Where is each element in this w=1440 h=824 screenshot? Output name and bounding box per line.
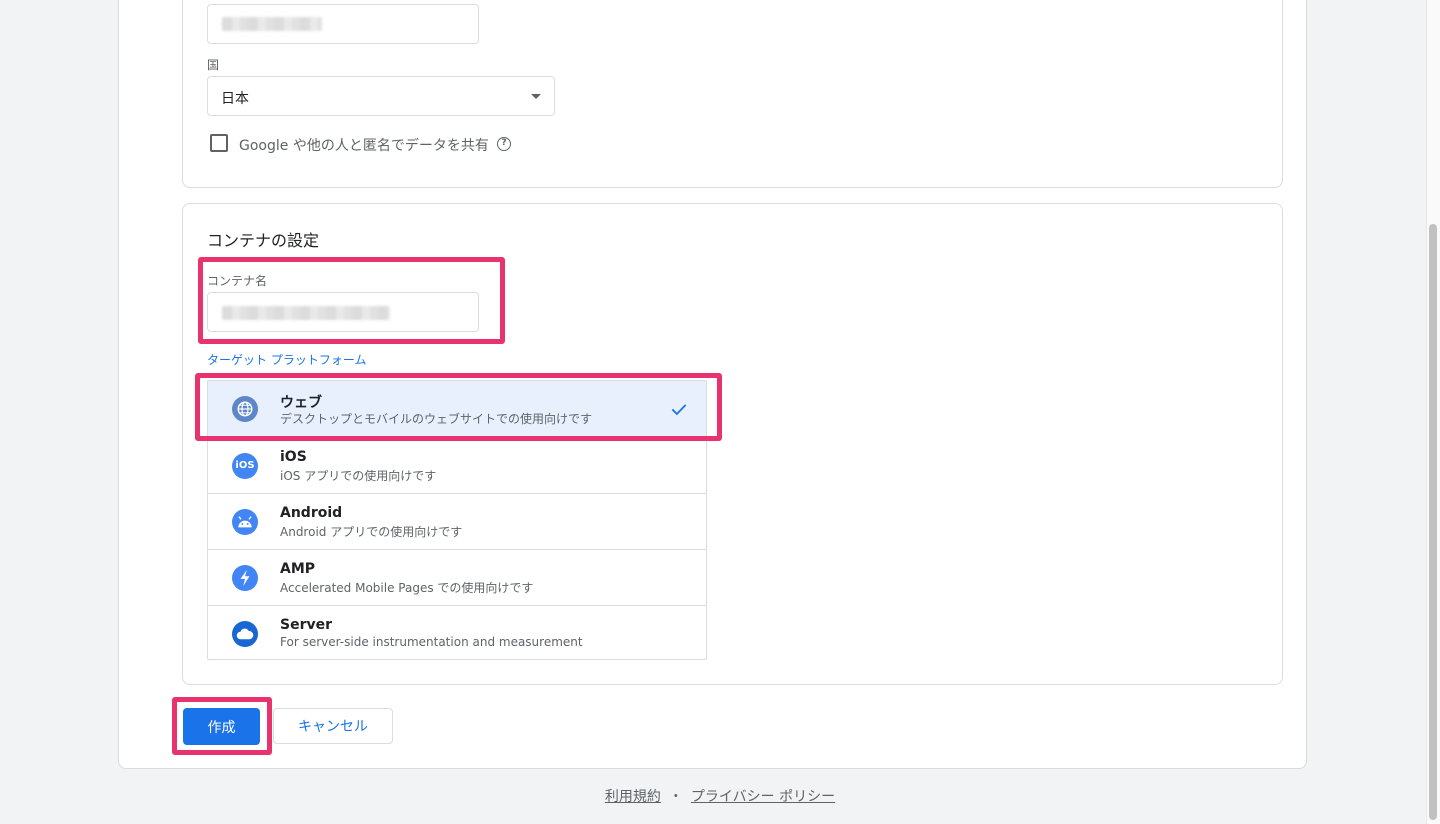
share-data-checkbox[interactable] xyxy=(210,134,228,152)
platform-title-server: Server xyxy=(280,617,333,633)
platform-item-android[interactable]: Android Android アプリでの使用向けです xyxy=(208,493,706,549)
platform-item-server[interactable]: Server For server-side instrumentation a… xyxy=(208,605,706,661)
platform-title-amp: AMP xyxy=(280,561,316,577)
country-select[interactable]: 日本 xyxy=(207,76,555,116)
platform-desc-ios: iOS アプリでの使用向けです xyxy=(280,469,437,483)
country-label: 国 xyxy=(207,58,220,72)
platform-desc-server: For server-side instrumentation and meas… xyxy=(280,635,583,649)
platform-title-ios: iOS xyxy=(280,449,307,465)
highlight-web-platform xyxy=(195,373,722,441)
footer: 利用規約・プライバシー ポリシー xyxy=(0,786,1440,806)
account-name-input[interactable] xyxy=(207,4,479,44)
footer-separator: ・ xyxy=(668,789,683,805)
target-platform-label: ターゲット プラットフォーム xyxy=(207,353,367,367)
terms-link[interactable]: 利用規約 xyxy=(605,789,661,805)
privacy-link[interactable]: プライバシー ポリシー xyxy=(691,789,835,805)
scrollbar-thumb[interactable] xyxy=(1429,224,1437,820)
platform-desc-amp: Accelerated Mobile Pages での使用向けです xyxy=(280,581,534,595)
android-icon xyxy=(232,509,258,535)
platform-desc-android: Android アプリでの使用向けです xyxy=(280,525,463,539)
platform-item-amp[interactable]: AMP Accelerated Mobile Pages での使用向けです xyxy=(208,549,706,605)
highlight-create-button xyxy=(172,697,272,755)
dropdown-arrow-icon xyxy=(531,94,541,99)
platform-title-android: Android xyxy=(280,505,343,521)
amp-bolt-icon xyxy=(232,565,258,591)
ios-icon: iOS xyxy=(232,453,258,479)
redacted-account-name xyxy=(222,17,322,31)
share-data-label: Google や他の人と匿名でデータを共有 xyxy=(239,138,489,154)
cloud-icon xyxy=(232,621,258,647)
container-section-title: コンテナの設定 xyxy=(207,231,320,250)
highlight-container-name xyxy=(198,257,505,344)
cancel-button[interactable]: キャンセル xyxy=(273,708,393,744)
help-icon[interactable]: ? xyxy=(497,137,511,151)
platform-item-ios[interactable]: iOS iOS iOS アプリでの使用向けです xyxy=(208,437,706,493)
country-value: 日本 xyxy=(221,91,249,107)
